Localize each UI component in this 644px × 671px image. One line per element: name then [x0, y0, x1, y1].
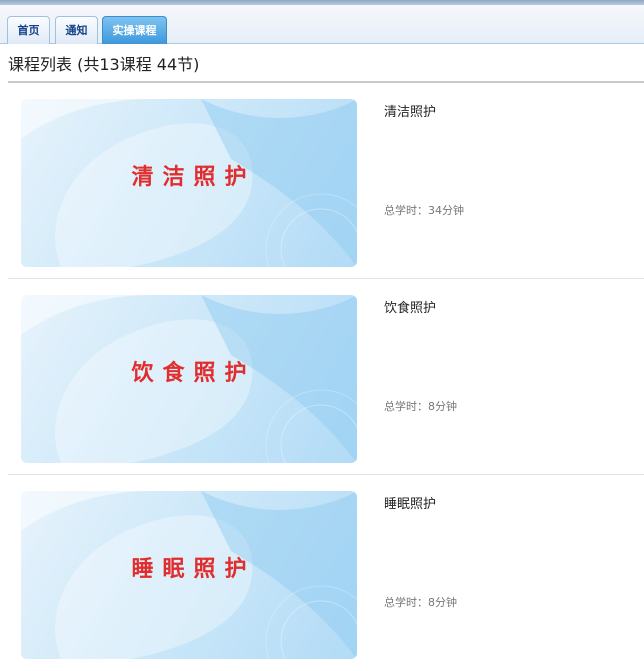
- hours-label: 总学时：: [384, 596, 428, 609]
- hours-value: 8分钟: [428, 400, 457, 413]
- course-item[interactable]: 睡眠照护 睡眠照护 总学时：8分钟: [8, 475, 644, 671]
- course-thumbnail[interactable]: 饮食照护: [21, 295, 357, 463]
- course-name[interactable]: 睡眠照护: [384, 493, 436, 512]
- course-total-hours: 总学时：8分钟: [384, 398, 457, 414]
- tab-bar: 首页 通知 实操课程: [0, 5, 644, 44]
- hours-label: 总学时：: [384, 400, 428, 413]
- tab-notice[interactable]: 通知: [55, 16, 98, 44]
- hours-value: 8分钟: [428, 596, 457, 609]
- thumbnail-title: 清洁照护: [131, 165, 256, 190]
- course-item[interactable]: 饮食照护 饮食照护 总学时：8分钟: [8, 279, 644, 475]
- tab-practical-courses[interactable]: 实操课程: [102, 16, 167, 44]
- tab-home[interactable]: 首页: [7, 16, 50, 44]
- course-thumbnail[interactable]: 睡眠照护: [21, 491, 357, 659]
- course-thumbnail[interactable]: 清洁照护: [21, 99, 357, 267]
- course-total-hours: 总学时：34分钟: [384, 202, 464, 218]
- thumbnail-title: 饮食照护: [131, 361, 256, 386]
- course-name[interactable]: 清洁照护: [384, 101, 436, 120]
- hours-label: 总学时：: [384, 204, 428, 217]
- course-name[interactable]: 饮食照护: [384, 297, 436, 316]
- course-total-hours: 总学时：8分钟: [384, 594, 457, 610]
- hours-value: 34分钟: [428, 204, 464, 217]
- page-title: 课程列表 (共13课程 44节): [8, 55, 200, 74]
- course-item[interactable]: 清洁照护 清洁照护 总学时：34分钟: [8, 83, 644, 279]
- thumbnail-title: 睡眠照护: [131, 557, 256, 582]
